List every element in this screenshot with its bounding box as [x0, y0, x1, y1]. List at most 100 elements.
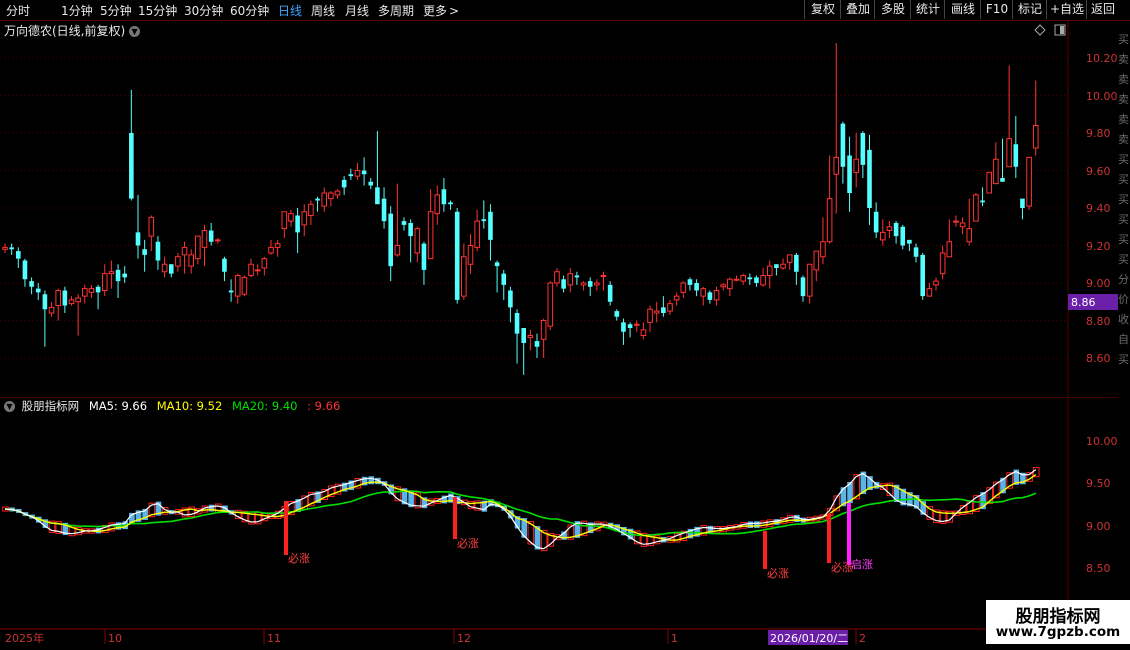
fuquan-button[interactable]: 复权 — [804, 0, 841, 19]
price-tick: 10.20 — [1086, 52, 1118, 65]
candle — [780, 258, 786, 270]
candle — [1000, 138, 1005, 182]
time-label: 2025年 — [5, 631, 44, 645]
overlay-button[interactable]: 叠加 — [840, 0, 875, 19]
candle — [408, 219, 413, 263]
indicator-chart[interactable]: 必涨 必涨 必涨 必涨 启涨 10.00 9.50 9.00 8.50 — [0, 397, 1118, 629]
indicator-tick: 8.50 — [1086, 562, 1111, 575]
candle — [766, 260, 773, 289]
side-strip-glyph: 买 — [1118, 353, 1129, 366]
chart-corner-icons — [1034, 24, 1066, 36]
candle — [1013, 116, 1019, 178]
candle — [82, 284, 88, 304]
candle — [234, 273, 241, 304]
multi-stock-button[interactable]: 多股 — [874, 0, 911, 19]
statistics-button[interactable]: 统计 — [910, 0, 945, 19]
candle — [301, 204, 308, 237]
candle — [488, 204, 493, 261]
side-strip-glyph: 卖 — [1118, 53, 1129, 66]
candle — [1026, 156, 1032, 210]
candle — [175, 253, 181, 272]
period-fenshi[interactable]: 分时 — [6, 2, 30, 19]
cursor-date: 2026/01/20/二 — [770, 632, 848, 645]
candle — [281, 211, 288, 238]
indicator-axis: 10.00 9.50 9.00 8.50 — [1086, 435, 1118, 575]
period-15min[interactable]: 15分钟 — [138, 2, 177, 19]
candle — [653, 301, 660, 323]
back-button[interactable]: 返回 — [1086, 0, 1119, 19]
candle — [907, 239, 912, 252]
candle — [633, 320, 640, 332]
candle — [939, 245, 946, 280]
candlestick-chart[interactable]: 10.20 10.00 9.80 9.60 9.40 9.20 9.00 8.8… — [0, 21, 1118, 397]
candle — [2, 243, 8, 253]
period-5min[interactable]: 5分钟 — [100, 2, 132, 19]
side-strip-glyph: 自 — [1118, 333, 1129, 346]
candle — [694, 279, 699, 297]
period-multi[interactable]: 多周期 — [378, 2, 414, 19]
candle — [434, 185, 441, 225]
more-label: 更多 — [423, 4, 448, 18]
period-60min[interactable]: 60分钟 — [230, 2, 269, 19]
period-week[interactable]: 周线 — [311, 2, 335, 19]
candle — [474, 209, 480, 252]
candle — [161, 256, 168, 278]
candle — [567, 268, 574, 293]
side-strip-glyph: 卖 — [1118, 93, 1129, 106]
period-day[interactable]: 日线 — [278, 2, 302, 19]
diamond-icon[interactable] — [1034, 24, 1046, 36]
candle — [461, 243, 467, 300]
price-tick: 8.60 — [1086, 352, 1111, 365]
candle — [986, 171, 993, 194]
signal-label: 必涨 — [767, 567, 789, 580]
candle — [973, 193, 979, 222]
price-tick: 9.80 — [1086, 127, 1111, 140]
add-watchlist-button[interactable]: +自选 — [1046, 0, 1087, 19]
candle — [847, 136, 852, 212]
side-strip-glyph: 买 — [1118, 33, 1129, 46]
candle — [953, 215, 959, 227]
price-tick: 9.60 — [1086, 165, 1111, 178]
candle — [786, 254, 793, 270]
candle — [647, 305, 653, 332]
candle — [534, 333, 540, 358]
candle — [381, 187, 387, 229]
candle — [42, 290, 48, 347]
candle — [667, 299, 673, 315]
watermark-url: www.7gpzb.com — [995, 624, 1121, 640]
side-strip-glyph: 买 — [1118, 193, 1129, 206]
candle — [880, 219, 886, 246]
candle — [361, 157, 367, 186]
price-tick: 10.00 — [1086, 90, 1118, 103]
mark-button[interactable]: 标记 — [1012, 0, 1047, 19]
candle — [1020, 198, 1025, 220]
period-1min[interactable]: 1分钟 — [61, 2, 93, 19]
candle — [840, 121, 846, 184]
indicator-bar — [747, 521, 754, 529]
candle — [241, 275, 248, 297]
period-30min[interactable]: 30分钟 — [184, 2, 223, 19]
candle — [607, 281, 613, 306]
candle — [55, 288, 62, 321]
period-month[interactable]: 月线 — [345, 2, 369, 19]
candle — [35, 283, 41, 300]
candle — [794, 253, 799, 285]
candle — [594, 279, 600, 291]
candle — [261, 256, 268, 276]
candle — [48, 301, 55, 317]
draw-line-button[interactable]: 画线 — [944, 0, 981, 19]
f10-button[interactable]: F10 — [980, 0, 1013, 19]
candle — [540, 318, 547, 358]
more-button[interactable]: 更多 > — [423, 2, 459, 19]
candle — [354, 163, 361, 180]
candle — [867, 134, 872, 225]
candle — [427, 189, 434, 260]
candle — [508, 286, 513, 323]
candle — [222, 256, 227, 282]
candle — [853, 133, 860, 188]
candle — [29, 277, 34, 295]
watermark: 股朋指标网 www.7gpzb.com — [986, 600, 1130, 644]
side-strip-glyph: 买 — [1118, 153, 1129, 166]
time-label: 10 — [108, 632, 122, 645]
candle — [614, 309, 620, 321]
